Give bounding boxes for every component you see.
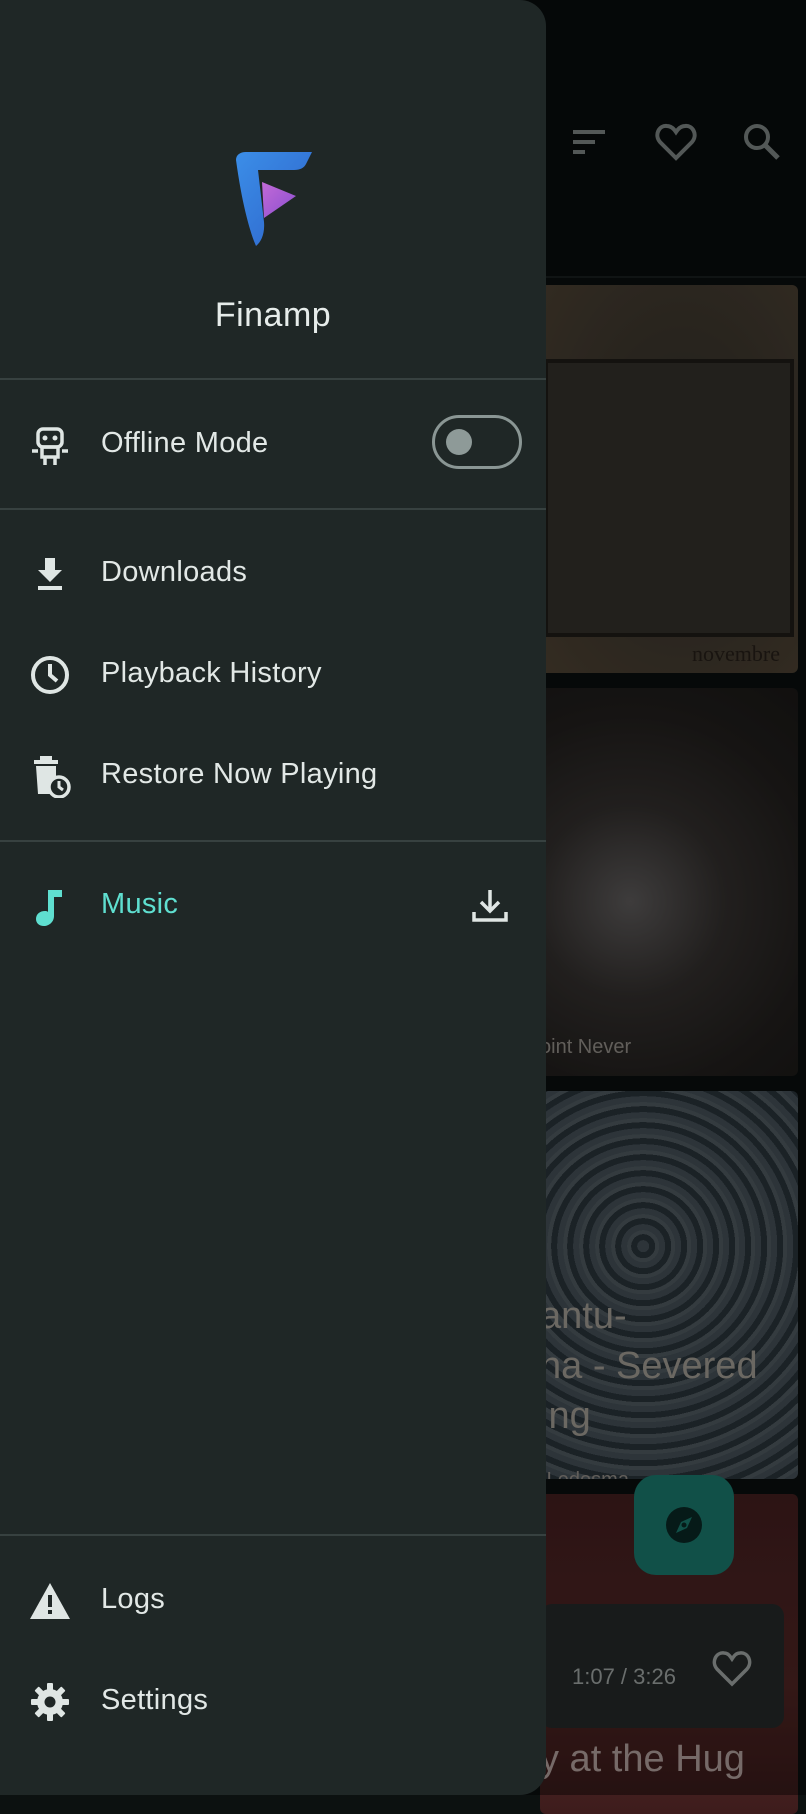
restore-icon: [34, 756, 71, 798]
switch-knob: [446, 429, 472, 455]
logs-label: Logs: [101, 1583, 166, 1615]
offline-mode-label: Offline Mode: [101, 427, 269, 459]
logs-item[interactable]: Logs: [0, 1549, 546, 1649]
robot-icon: [32, 427, 68, 465]
download-icon: [38, 558, 62, 590]
downloads-item[interactable]: Downloads: [0, 522, 546, 622]
library-item-music[interactable]: Music: [0, 854, 546, 954]
music-note-icon: [36, 890, 62, 926]
finamp-logo: [236, 152, 312, 246]
warning-icon: [30, 1583, 70, 1619]
settings-icon: [31, 1683, 69, 1721]
library-label: Music: [101, 888, 179, 920]
offline-mode-switch[interactable]: [432, 415, 522, 469]
playback-history-item[interactable]: Playback History: [0, 623, 546, 723]
divider: [0, 1534, 546, 1536]
navigation-drawer: Finamp Offline Mode Downloads Playback H…: [0, 0, 546, 1795]
app-title: Finamp: [214, 296, 332, 334]
settings-label: Settings: [101, 1684, 209, 1716]
restore-now-playing-label: Restore Now Playing: [101, 758, 378, 790]
divider: [0, 840, 546, 842]
playback-history-label: Playback History: [101, 657, 322, 689]
divider: [0, 378, 546, 380]
download-library-icon[interactable]: [470, 886, 510, 926]
divider: [0, 508, 546, 510]
history-icon: [31, 656, 69, 694]
restore-now-playing-item[interactable]: Restore Now Playing: [0, 724, 546, 824]
settings-item[interactable]: Settings: [0, 1650, 546, 1750]
downloads-label: Downloads: [101, 556, 248, 588]
